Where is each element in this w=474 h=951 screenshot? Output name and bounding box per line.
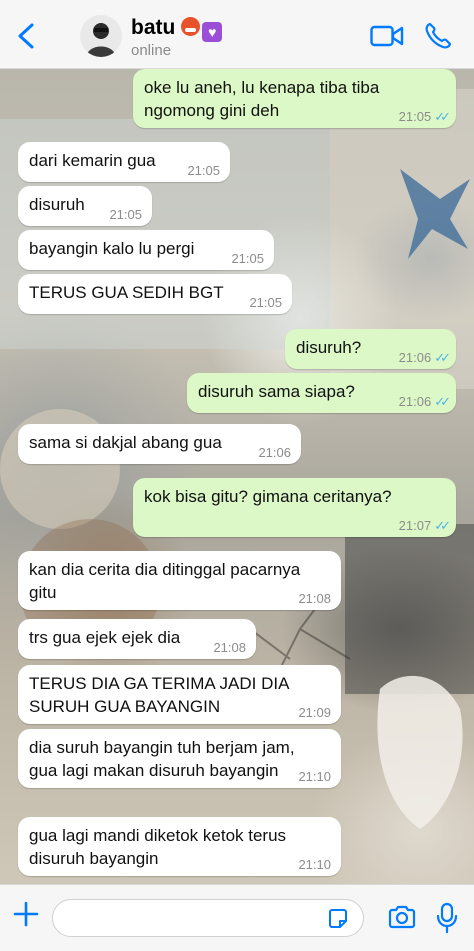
outgoing-message[interactable]: kok bisa gitu? gimana ceritanya? 21:07 ✓✓ (133, 478, 456, 537)
sticker-icon[interactable] (327, 908, 349, 930)
incoming-message[interactable]: TERUS GUA SEDIH BGT 21:05 (18, 274, 292, 314)
timestamp-text: 21:10 (298, 857, 331, 872)
camera-icon[interactable] (388, 905, 416, 929)
message-timestamp: 21:10 (298, 769, 331, 784)
incoming-message[interactable]: gua lagi mandi diketok ketok terus disuru… (18, 817, 341, 876)
timestamp-text: 21:07 (398, 518, 432, 533)
outgoing-message[interactable]: oke lu aneh, lu kenapa tiba tiba ngomong … (133, 69, 456, 128)
timestamp-text: 21:08 (213, 640, 246, 655)
timestamp-text: 21:06 (258, 445, 291, 460)
plus-icon[interactable] (12, 900, 40, 928)
timestamp-text: 21:08 (298, 591, 331, 606)
timestamp-text: 21:05 (249, 295, 282, 310)
message-timestamp: 21:09 (298, 705, 331, 720)
incoming-message[interactable]: bayangin kalo lu pergi 21:05 (18, 230, 274, 270)
outgoing-message[interactable]: disuruh sama siapa? 21:06 ✓✓ (187, 373, 456, 413)
message-timestamp: 21:08 (213, 640, 246, 655)
message-timestamp: 21:05 ✓✓ (398, 109, 451, 124)
message-timestamp: 21:05 (249, 295, 282, 310)
incoming-message[interactable]: kan dia cerita dia ditinggal pacarnya git… (18, 551, 341, 610)
contact-name[interactable]: batu ♥ (131, 16, 223, 42)
read-ticks-icon: ✓✓ (434, 394, 451, 409)
video-camera-icon[interactable] (370, 25, 404, 47)
message-text: sama si dakjal abang gua (29, 433, 222, 452)
message-text: gua lagi mandi diketok ketok terus (29, 826, 287, 845)
chat-header: batu ♥ online (0, 0, 474, 69)
composer-bar (0, 884, 474, 951)
incoming-message[interactable]: TERUS DIA GA TERIMA JADI DIA SURUH GUA BA… (18, 665, 341, 724)
message-text: SURUH GUA BAYANGIN (29, 697, 221, 716)
microphone-icon[interactable] (436, 902, 458, 934)
message-text: gitu (29, 583, 57, 602)
read-ticks-icon: ✓✓ (434, 518, 451, 533)
message-timestamp: 21:06 (258, 445, 291, 460)
read-ticks-icon: ✓✓ (434, 109, 451, 124)
incoming-message[interactable]: dari kemarin gua 21:05 (18, 142, 230, 182)
message-timestamp: 21:06 ✓✓ (398, 394, 451, 409)
contact-name-text: batu (131, 16, 176, 39)
timestamp-text: 21:05 (109, 207, 142, 222)
angry-face-icon (181, 17, 201, 36)
incoming-message[interactable]: disuruh 21:05 (18, 186, 152, 226)
message-text: TERUS DIA GA TERIMA JADI DIA (29, 674, 290, 693)
purple-heart-icon: ♥ (202, 22, 223, 42)
read-ticks-icon: ✓✓ (434, 350, 451, 365)
timestamp-text: 21:10 (298, 769, 331, 784)
timestamp-text: 21:05 (231, 251, 264, 266)
chevron-left-icon[interactable] (14, 22, 40, 50)
message-timestamp: 21:08 (298, 591, 331, 606)
message-input[interactable] (52, 899, 364, 937)
message-timestamp: 21:05 (187, 163, 220, 178)
phone-icon[interactable] (424, 22, 452, 50)
message-text: bayangin kalo lu pergi (29, 239, 195, 258)
message-text: oke lu aneh, lu kenapa tiba tiba (144, 78, 380, 97)
avatar[interactable] (80, 15, 122, 57)
timestamp-text: 21:09 (298, 705, 331, 720)
timestamp-text: 21:05 (187, 163, 220, 178)
message-timestamp: 21:05 (109, 207, 142, 222)
timestamp-text: 21:05 (398, 109, 432, 124)
message-timestamp: 21:05 (231, 251, 264, 266)
outgoing-message[interactable]: disuruh? 21:06 ✓✓ (285, 329, 456, 369)
message-timestamp: 21:06 ✓✓ (398, 350, 451, 365)
message-text: TERUS GUA SEDIH BGT (29, 283, 224, 302)
message-timestamp: 21:07 ✓✓ (398, 518, 451, 533)
incoming-message[interactable]: dia suruh bayangin tuh berjam jam, gua la… (18, 729, 341, 788)
timestamp-text: 21:06 (398, 394, 432, 409)
contact-status: online (131, 42, 172, 59)
message-timestamp: 21:10 (298, 857, 331, 872)
message-text: disuruh bayangin (29, 849, 159, 868)
timestamp-text: 21:06 (398, 350, 432, 365)
incoming-message[interactable]: trs gua ejek ejek dia 21:08 (18, 619, 256, 659)
message-text: kok bisa gitu? gimana ceritanya? (144, 487, 392, 506)
message-text: kan dia cerita dia ditinggal pacarnya (29, 560, 301, 579)
message-text: dia suruh bayangin tuh berjam jam, (29, 738, 295, 757)
message-text: gua lagi makan disuruh bayangin (29, 761, 279, 780)
chat-area[interactable]: oke lu aneh, lu kenapa tiba tiba ngomong … (0, 69, 474, 884)
incoming-message[interactable]: sama si dakjal abang gua 21:06 (18, 424, 301, 464)
